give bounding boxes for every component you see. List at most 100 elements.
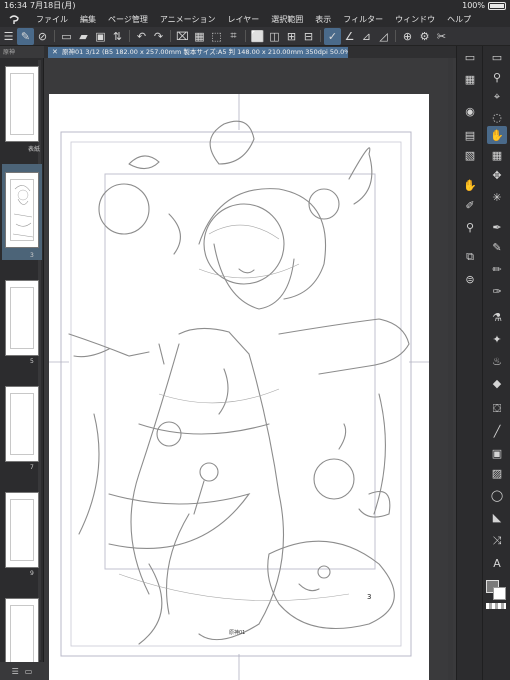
decoration-icon[interactable]: ✑: [487, 282, 507, 300]
frame-border-icon[interactable]: ▣: [487, 444, 507, 462]
clear-icon[interactable]: ⌧: [174, 28, 191, 45]
page-thumbnail[interactable]: [5, 280, 39, 356]
background-color-swatch[interactable]: [493, 587, 506, 600]
color-set-icon[interactable]: ▤: [460, 126, 480, 144]
correct-line-icon[interactable]: ⤨: [487, 532, 507, 550]
line-icon[interactable]: ╱: [487, 422, 507, 440]
intermediate-color-icon[interactable]: ▧: [460, 146, 480, 164]
transparent-color-swatch[interactable]: [486, 603, 506, 609]
blend-icon[interactable]: ♨: [487, 352, 507, 370]
divider: [54, 30, 55, 42]
operation-icon[interactable]: ⌖: [487, 88, 507, 106]
companion-icon[interactable]: ⊕: [399, 28, 416, 45]
invert-selection-icon[interactable]: ◫: [266, 28, 283, 45]
date: 7月18日(月): [30, 1, 76, 10]
canvas-vertical-scrollbar[interactable]: [448, 58, 453, 680]
edit-mode-icon[interactable]: ✎: [17, 27, 34, 45]
sparkle-icon[interactable]: ✦: [487, 330, 507, 348]
color-wheel-icon[interactable]: ◉: [460, 102, 480, 120]
selection-mode-icon[interactable]: ⊘: [34, 28, 51, 45]
page-number-mark: 3: [367, 593, 371, 601]
redo-icon[interactable]: ↷: [150, 28, 167, 45]
text-icon[interactable]: A: [487, 554, 507, 572]
settings-icon[interactable]: ⚙: [416, 28, 433, 45]
layer-property-icon[interactable]: ⊜: [460, 270, 480, 288]
panel-view-icon[interactable]: ▭: [25, 667, 33, 676]
menu-help[interactable]: ヘルプ: [441, 14, 477, 25]
auto-select-icon[interactable]: ✳: [487, 188, 507, 206]
panel-options-icon[interactable]: ☰: [12, 667, 19, 676]
cut-icon[interactable]: ✂: [433, 28, 450, 45]
perspective-icon[interactable]: ◿: [375, 28, 392, 45]
eraser-icon[interactable]: ◆: [487, 374, 507, 392]
page-thumbnail-label: 9: [30, 570, 34, 577]
material-icon[interactable]: ✋: [460, 176, 480, 194]
menu-page[interactable]: ページ管理: [102, 14, 154, 25]
deselect-icon[interactable]: ⬜: [249, 28, 266, 45]
gradient-icon[interactable]: ▨: [487, 464, 507, 482]
expand-selection-icon[interactable]: ⊞: [283, 28, 300, 45]
tool-property-icon[interactable]: ✐: [460, 196, 480, 214]
balloon-icon[interactable]: ◯: [487, 486, 507, 504]
page-thumbnail[interactable]: [5, 492, 39, 568]
airbrush-icon[interactable]: ⚗: [487, 308, 507, 326]
sync-icon[interactable]: ⇅: [109, 28, 126, 45]
footer-mark: 原神01: [229, 629, 245, 636]
pen-icon[interactable]: ✒: [487, 218, 507, 236]
save-icon[interactable]: ▣: [92, 28, 109, 45]
page-thumbnail[interactable]: [5, 386, 39, 462]
clock: 16:34: [4, 1, 28, 10]
fill-icon[interactable]: ▦: [191, 28, 208, 45]
menu-file[interactable]: ファイル: [30, 14, 74, 25]
window-icon[interactable]: ▭: [487, 48, 507, 66]
menu-selection[interactable]: 選択範囲: [265, 14, 309, 25]
menu-bar: ファイル 編集 ページ管理 アニメーション レイヤー 選択範囲 表示 フィルター…: [0, 12, 510, 27]
panel-title: 原神: [3, 49, 16, 56]
menu-layer[interactable]: レイヤー: [222, 14, 266, 25]
undo-icon[interactable]: ↶: [133, 28, 150, 45]
divider: [129, 30, 130, 42]
canvas-area[interactable]: 3 原神01: [44, 58, 456, 680]
page-thumbnail[interactable]: [5, 66, 39, 142]
menu-animation[interactable]: アニメーション: [154, 14, 222, 25]
fill-bucket-icon[interactable]: ⛋: [487, 400, 507, 418]
check-ruler-icon[interactable]: ✓: [324, 27, 341, 45]
shrink-selection-icon[interactable]: ⊟: [300, 28, 317, 45]
divider: [245, 30, 246, 42]
brush-icon[interactable]: ✏: [487, 260, 507, 278]
menu-view[interactable]: 表示: [309, 14, 337, 25]
battery-icon: [488, 2, 506, 10]
menu-toggle-icon[interactable]: ☰: [0, 28, 17, 45]
hand-icon[interactable]: ✋: [487, 126, 507, 144]
panel-layout-icon[interactable]: ▭: [460, 48, 480, 66]
ruler-tool-icon[interactable]: ◣: [487, 508, 507, 526]
zoom-icon[interactable]: ⚲: [487, 68, 507, 86]
ruler-icon[interactable]: ∠: [341, 28, 358, 45]
menu-window[interactable]: ウィンドウ: [389, 14, 441, 25]
open-folder-icon[interactable]: ▰: [75, 28, 92, 45]
command-bar: ☰ ✎ ⊘ ▭ ▰ ▣ ⇅ ↶ ↷ ⌧ ▦ ⬚ ⌗ ⬜ ◫ ⊞ ⊟ ✓ ∠ ⊿ …: [0, 27, 510, 46]
menu-filter[interactable]: フィルター: [337, 14, 389, 25]
sub-tool-strip: ▭ ▦ ◉ ▤ ▧ ✋ ✐ ⚲ ⧉ ⊜: [456, 46, 482, 680]
crop-icon[interactable]: ⌗: [225, 28, 242, 45]
navigator-icon[interactable]: ▦: [460, 70, 480, 88]
page-thumbnail-label: 5: [30, 358, 34, 365]
new-file-icon[interactable]: ▭: [58, 28, 75, 45]
menu-edit[interactable]: 編集: [74, 14, 102, 25]
document-tab[interactable]: ✕ 原神01 3/12 (B5 182.00 x 257.00mm 製本サイズ:…: [48, 47, 348, 58]
close-tab-icon[interactable]: ✕: [52, 47, 58, 58]
transform-icon[interactable]: ⬚: [208, 28, 225, 45]
color-well[interactable]: [486, 580, 506, 600]
page-thumbnail-selected[interactable]: [5, 172, 39, 248]
layer-icon[interactable]: ⧉: [460, 248, 480, 266]
brush-size-icon[interactable]: ⚲: [460, 218, 480, 236]
move-icon[interactable]: ✥: [487, 166, 507, 184]
divider: [395, 30, 396, 42]
object-icon[interactable]: ▦: [487, 146, 507, 164]
pencil-icon[interactable]: ✎: [487, 238, 507, 256]
app-logo-icon[interactable]: [6, 12, 22, 27]
canvas-page[interactable]: 3 原神01: [49, 94, 429, 680]
panel-bottom-bar: ☰ ▭: [0, 662, 44, 680]
lasso-icon[interactable]: ◌: [487, 108, 507, 126]
snap-icon[interactable]: ⊿: [358, 28, 375, 45]
